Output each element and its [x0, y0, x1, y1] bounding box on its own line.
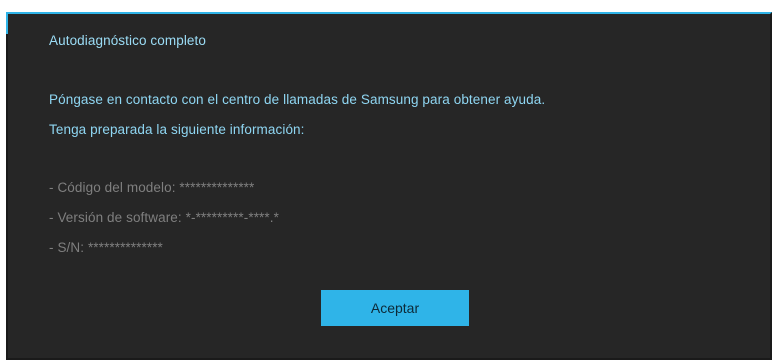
self-diagnosis-dialog: Autodiagnóstico completo Póngase en cont… [6, 12, 772, 360]
prepare-info-message: Tenga preparada la siguiente información… [49, 122, 305, 137]
model-code-line: - Código del modelo: ************** [49, 180, 255, 195]
accept-button[interactable]: Aceptar [321, 290, 469, 326]
contact-message: Póngase en contacto con el centro de lla… [49, 92, 546, 107]
software-version-line: - Versión de software: *-*********-****.… [49, 210, 279, 225]
dialog-title: Autodiagnóstico completo [49, 33, 206, 48]
serial-number-line: - S/N: ************** [49, 240, 163, 255]
corner-accent [6, 12, 28, 34]
